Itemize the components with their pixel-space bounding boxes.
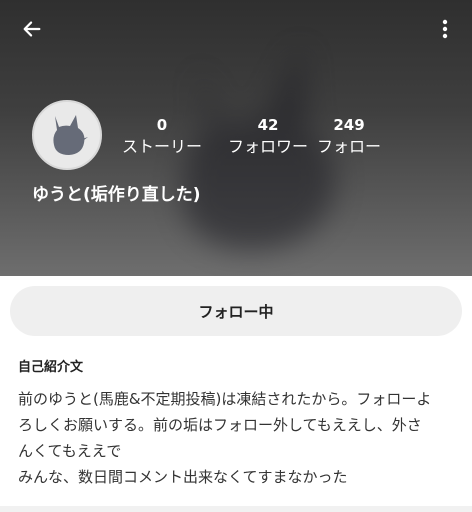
section-divider: [0, 506, 472, 512]
bio-text: 前のゆうと(馬鹿&不定期投稿)は凍結されたから。フォローよ ろしくお願いする。前…: [18, 386, 462, 490]
display-name: ゆうと(垢作り直した): [32, 185, 201, 205]
avatar[interactable]: [32, 100, 102, 170]
stories-count: 0: [156, 116, 168, 134]
profile-header: 0 ストーリー 42 フォロワー 249 フォロー ゆうと(垢作り直した): [0, 0, 472, 276]
following-button[interactable]: フォロー中: [10, 286, 462, 336]
followers-count: 42: [257, 116, 279, 134]
stories-label: ストーリー: [121, 137, 202, 156]
bio-line: んくてもええで: [18, 442, 122, 460]
bio-line: みんな、数日間コメント出来なくてすまなかった: [18, 468, 348, 486]
bio-title: 自己紹介文: [18, 360, 84, 375]
bio-line: ろしくお願いする。前の垢はフォロー外してもええし、外さ: [18, 416, 422, 434]
followers-stat[interactable]: 42 フォロワー: [218, 116, 318, 158]
followers-label: フォロワー: [227, 137, 308, 156]
following-label: フォロー: [316, 137, 381, 156]
following-stat[interactable]: 249 フォロー: [316, 116, 382, 158]
following-count: 249: [333, 116, 365, 134]
bio-line: 前のゆうと(馬鹿&不定期投稿)は凍結されたから。フォローよ: [18, 390, 432, 408]
more-options-button[interactable]: [430, 14, 460, 44]
stories-stat[interactable]: 0 ストーリー: [120, 116, 204, 158]
back-button[interactable]: [14, 14, 50, 44]
cat-silhouette-icon: [53, 115, 88, 155]
arrow-left-icon: [23, 21, 41, 37]
more-vertical-icon: [442, 19, 448, 39]
